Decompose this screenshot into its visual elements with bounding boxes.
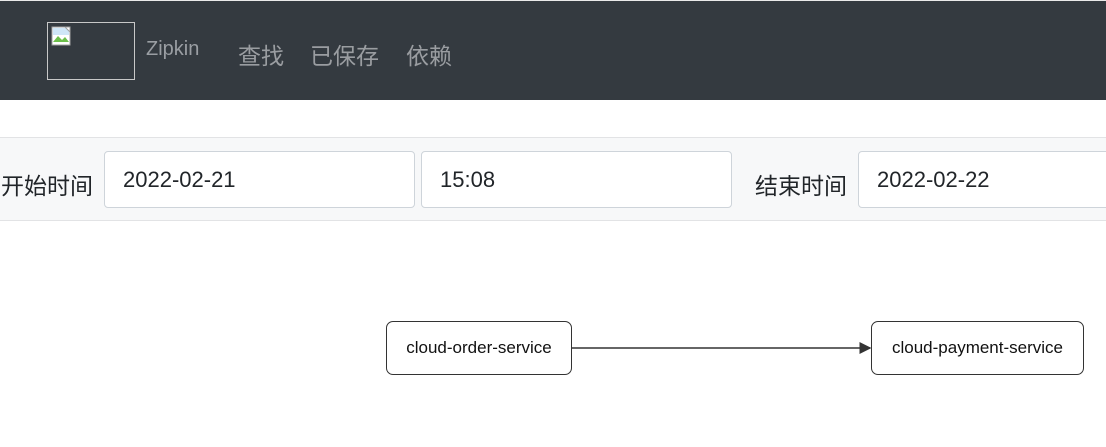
service-node-order[interactable]: cloud-order-service [386, 321, 572, 375]
logo[interactable] [47, 22, 135, 80]
start-date-input[interactable]: 2022-02-21 [104, 151, 415, 208]
time-range-bar: 开始时间 2022-02-21 15:08 结束时间 2022-02-22 [0, 137, 1106, 221]
nav-link-dependencies[interactable]: 依赖 [406, 37, 452, 71]
start-time-input[interactable]: 15:08 [421, 151, 732, 208]
brand-name[interactable]: Zipkin [146, 38, 199, 61]
start-time-label: 开始时间 [1, 174, 93, 200]
service-node-payment[interactable]: cloud-payment-service [871, 321, 1084, 375]
broken-image-icon [51, 26, 71, 46]
dependency-graph: cloud-order-service cloud-payment-servic… [0, 222, 1106, 447]
top-navbar: Zipkin 查找 已保存 依赖 [0, 0, 1106, 100]
end-date-input[interactable]: 2022-02-22 [858, 151, 1106, 208]
nav-link-find[interactable]: 查找 [238, 37, 284, 71]
end-time-label: 结束时间 [755, 174, 847, 200]
nav-link-saved[interactable]: 已保存 [310, 37, 379, 71]
